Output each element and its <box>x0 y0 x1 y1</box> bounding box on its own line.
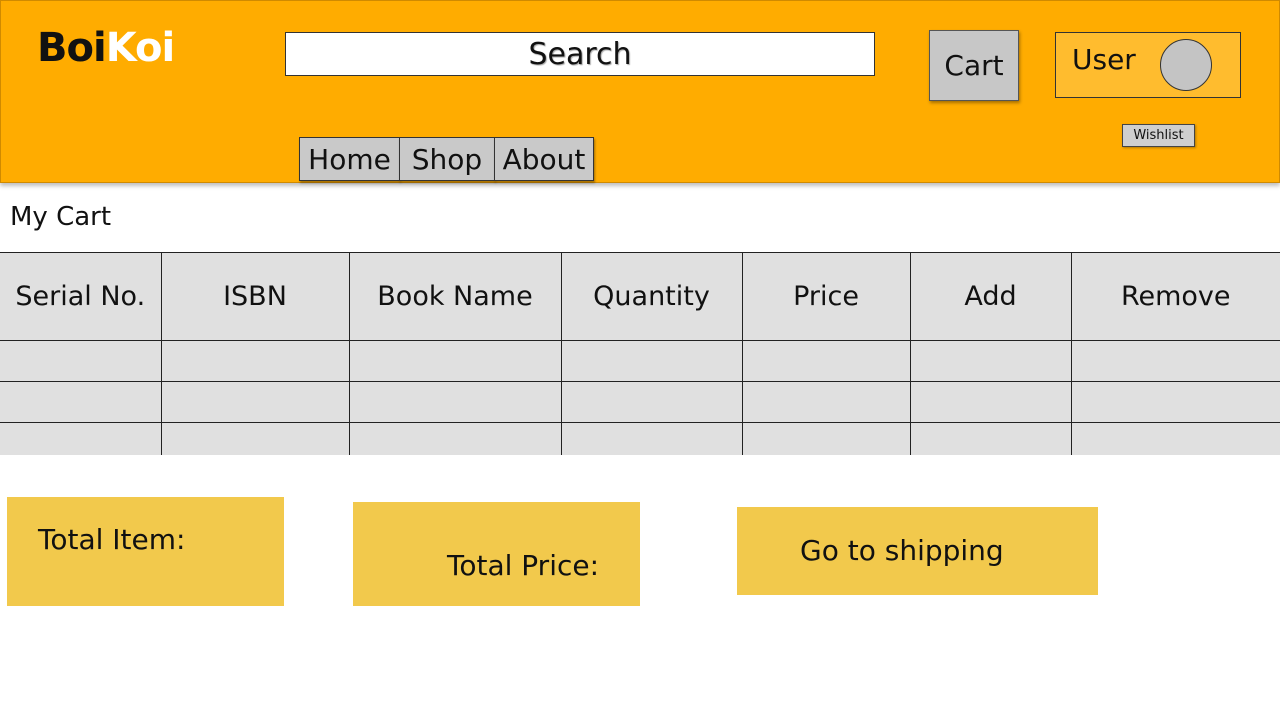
table-cell <box>160 340 350 382</box>
table-cell-remove[interactable] <box>1070 381 1280 423</box>
total-items-label: Total Item: <box>38 523 186 556</box>
column-header-remove: Remove <box>1070 252 1280 341</box>
cart-button[interactable]: Cart <box>929 30 1019 101</box>
table-header-row: Serial No. ISBN Book Name Quantity Price… <box>0 252 1280 341</box>
main-nav: Home Shop About <box>299 137 594 181</box>
page-title: My Cart <box>10 202 112 232</box>
table-cell <box>560 340 743 382</box>
column-header-price: Price <box>741 252 911 341</box>
wishlist-button[interactable]: Wishlist <box>1122 124 1195 147</box>
column-header-add: Add <box>909 252 1072 341</box>
table-cell <box>741 422 911 455</box>
nav-tab-label: Home <box>308 142 391 176</box>
cart-button-label: Cart <box>944 49 1004 82</box>
table-cell <box>560 422 743 455</box>
table-cell <box>348 340 562 382</box>
cart-table: Serial No. ISBN Book Name Quantity Price… <box>0 252 1280 455</box>
table-cell <box>160 381 350 423</box>
search-bar[interactable]: Search <box>285 32 875 76</box>
table-row <box>0 381 1280 423</box>
column-header-serial: Serial No. <box>0 252 162 341</box>
total-price-box: Total Price: <box>353 502 640 606</box>
logo-text-boi: Boi <box>37 25 107 71</box>
top-header: BoiKoi Search Cart User Wishlist Home Sh… <box>0 0 1280 183</box>
brand-logo[interactable]: BoiKoi <box>37 23 175 73</box>
avatar[interactable] <box>1160 39 1212 91</box>
table-cell-add[interactable] <box>909 381 1072 423</box>
total-price-label: Total Price: <box>447 549 600 582</box>
nav-tab-label: Shop <box>411 142 483 176</box>
table-cell <box>741 381 911 423</box>
table-cell <box>348 381 562 423</box>
search-label: Search <box>528 36 632 72</box>
table-cell-add[interactable] <box>909 340 1072 382</box>
wishlist-label: Wishlist <box>1133 128 1184 143</box>
table-cell <box>348 422 562 455</box>
table-cell <box>0 340 162 382</box>
user-menu[interactable]: User <box>1055 32 1241 98</box>
go-to-shipping-label: Go to shipping <box>800 534 1004 567</box>
table-cell <box>741 340 911 382</box>
column-header-book-name: Book Name <box>348 252 562 341</box>
table-cell <box>160 422 350 455</box>
logo-text-koi: Koi <box>105 25 175 71</box>
nav-tab-label: About <box>502 142 586 176</box>
go-to-shipping-button[interactable]: Go to shipping <box>737 507 1098 595</box>
table-cell <box>560 381 743 423</box>
table-cell-add[interactable] <box>909 422 1072 455</box>
nav-tab-home[interactable]: Home <box>299 137 400 181</box>
table-cell <box>0 422 162 455</box>
column-header-quantity: Quantity <box>560 252 743 341</box>
table-row <box>0 422 1280 455</box>
table-cell-remove[interactable] <box>1070 422 1280 455</box>
table-row <box>0 340 1280 382</box>
user-label: User <box>1072 43 1136 76</box>
nav-tab-shop[interactable]: Shop <box>399 137 495 181</box>
nav-tab-about[interactable]: About <box>494 137 594 181</box>
total-items-box: Total Item: <box>7 497 284 606</box>
table-cell <box>0 381 162 423</box>
table-cell-remove[interactable] <box>1070 340 1280 382</box>
column-header-isbn: ISBN <box>160 252 350 341</box>
